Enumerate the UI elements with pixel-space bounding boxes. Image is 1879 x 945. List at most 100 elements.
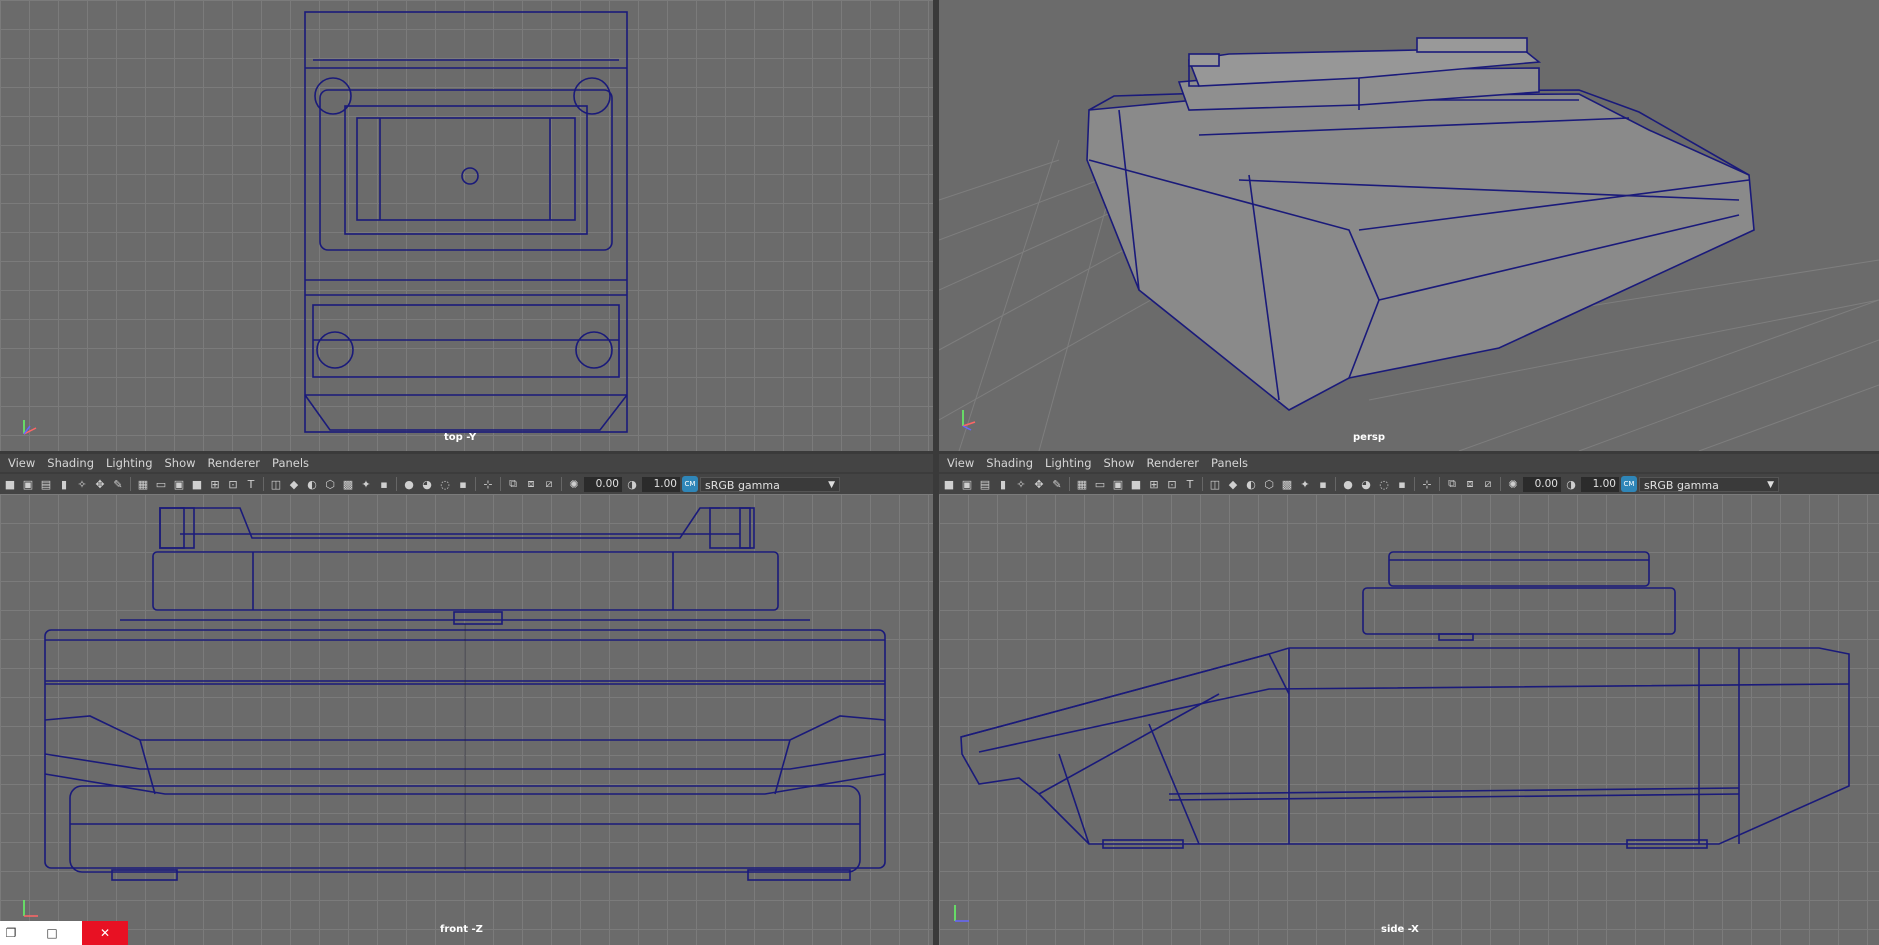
bookmark-icon[interactable]: ▮ bbox=[995, 476, 1011, 492]
resolution-gate-icon[interactable]: ▣ bbox=[1110, 476, 1126, 492]
bookmark-icon[interactable]: ▮ bbox=[56, 476, 72, 492]
viewport-persp[interactable]: persp bbox=[939, 0, 1879, 451]
lighting-icon[interactable]: ✦ bbox=[1297, 476, 1313, 492]
menu-shading[interactable]: Shading bbox=[47, 456, 94, 470]
bookmark-camera-icon[interactable]: ▤ bbox=[38, 476, 54, 492]
backface-culling-icon[interactable]: ⧄ bbox=[1480, 476, 1496, 492]
xray-joints-icon[interactable]: ⧉ bbox=[505, 476, 521, 492]
anti-aliasing-icon[interactable]: ◌ bbox=[437, 476, 453, 492]
viewport-top[interactable]: top -Y bbox=[0, 0, 933, 451]
safe-action-icon[interactable]: ⊡ bbox=[225, 476, 241, 492]
film-gate-icon[interactable]: ▭ bbox=[153, 476, 169, 492]
isolate-select-icon[interactable]: ⊹ bbox=[480, 476, 496, 492]
anti-aliasing-icon[interactable]: ◌ bbox=[1376, 476, 1392, 492]
smooth-shading-icon[interactable]: ◆ bbox=[286, 476, 302, 492]
use-default-material-icon[interactable]: ◐ bbox=[304, 476, 320, 492]
shadows-icon[interactable]: ▪ bbox=[1315, 476, 1331, 492]
grid-icon[interactable]: ▦ bbox=[135, 476, 151, 492]
viewport-label-side: side -X bbox=[1381, 924, 1419, 935]
depth-of-field-icon[interactable]: ▪ bbox=[1394, 476, 1410, 492]
close-icon[interactable]: ✕ bbox=[82, 921, 128, 945]
shadows-icon[interactable]: ▪ bbox=[376, 476, 392, 492]
menu-view[interactable]: View bbox=[8, 456, 35, 470]
menu-view[interactable]: View bbox=[947, 456, 974, 470]
field-chart-icon[interactable]: ⊞ bbox=[1146, 476, 1162, 492]
motion-blur-icon[interactable]: ◕ bbox=[1358, 476, 1374, 492]
two-d-pan-icon[interactable]: ✥ bbox=[92, 476, 108, 492]
depth-of-field-icon[interactable]: ▪ bbox=[455, 476, 471, 492]
image-plane-icon[interactable]: ✧ bbox=[1013, 476, 1029, 492]
color-space-select[interactable]: sRGB gamma ▼ bbox=[700, 476, 840, 492]
safe-title-icon[interactable]: T bbox=[243, 476, 259, 492]
menu-show[interactable]: Show bbox=[165, 456, 196, 470]
menu-show[interactable]: Show bbox=[1104, 456, 1135, 470]
wireframe-shading-icon[interactable]: ◫ bbox=[1207, 476, 1223, 492]
gate-mask-icon[interactable]: ■ bbox=[189, 476, 205, 492]
bookmark-camera-icon[interactable]: ▤ bbox=[977, 476, 993, 492]
menu-panels[interactable]: Panels bbox=[1211, 456, 1248, 470]
toolbar-separator bbox=[1335, 477, 1336, 491]
gamma-icon[interactable]: ◑ bbox=[624, 476, 640, 492]
grease-pencil-icon[interactable]: ✎ bbox=[110, 476, 126, 492]
gamma-icon[interactable]: ◑ bbox=[1563, 476, 1579, 492]
axis-gizmo-icon bbox=[23, 420, 37, 435]
menu-lighting[interactable]: Lighting bbox=[1045, 456, 1091, 470]
image-plane-icon[interactable]: ✧ bbox=[74, 476, 90, 492]
axis-gizmo-icon bbox=[962, 410, 976, 431]
resolution-gate-icon[interactable]: ▣ bbox=[171, 476, 187, 492]
exposure-field[interactable]: 0.00 bbox=[1523, 476, 1561, 492]
camera-attributes-icon[interactable]: ▣ bbox=[20, 476, 36, 492]
persp-model-wireframe bbox=[1086, 37, 1755, 411]
motion-blur-icon[interactable]: ◕ bbox=[419, 476, 435, 492]
menu-renderer[interactable]: Renderer bbox=[208, 456, 261, 470]
xray-active-icon[interactable]: ⧈ bbox=[1462, 476, 1478, 492]
menu-lighting[interactable]: Lighting bbox=[106, 456, 152, 470]
exposure-icon[interactable]: ✺ bbox=[1505, 476, 1521, 492]
xray-icon[interactable]: ▩ bbox=[340, 476, 356, 492]
viewport-side[interactable]: side -X bbox=[939, 494, 1879, 945]
xray-joints-icon[interactable]: ⧉ bbox=[1444, 476, 1460, 492]
smooth-shading-icon[interactable]: ◆ bbox=[1225, 476, 1241, 492]
maximize-icon[interactable]: □ bbox=[22, 921, 82, 945]
restore-icon[interactable]: ❐ bbox=[0, 921, 22, 945]
axis-gizmo-icon bbox=[954, 905, 969, 922]
toolbar-separator bbox=[1500, 477, 1501, 491]
panel-menubar-left: View Shading Lighting Show Renderer Pane… bbox=[0, 454, 933, 472]
gate-mask-icon[interactable]: ■ bbox=[1128, 476, 1144, 492]
toolbar-separator bbox=[396, 477, 397, 491]
field-chart-icon[interactable]: ⊞ bbox=[207, 476, 223, 492]
camera-attributes-icon[interactable]: ▣ bbox=[959, 476, 975, 492]
exposure-field[interactable]: 0.00 bbox=[584, 476, 622, 492]
menu-shading[interactable]: Shading bbox=[986, 456, 1033, 470]
wireframe-shading-icon[interactable]: ◫ bbox=[268, 476, 284, 492]
camera-icon[interactable]: ■ bbox=[941, 476, 957, 492]
color-space-value: sRGB gamma bbox=[1644, 478, 1719, 492]
viewport-front[interactable]: front -Z bbox=[0, 494, 933, 945]
menu-panels[interactable]: Panels bbox=[272, 456, 309, 470]
isolate-select-icon[interactable]: ⊹ bbox=[1419, 476, 1435, 492]
wireframe-on-shaded-icon[interactable]: ⬡ bbox=[1261, 476, 1277, 492]
safe-title-icon[interactable]: T bbox=[1182, 476, 1198, 492]
color-management-icon[interactable]: CM bbox=[682, 476, 698, 492]
color-management-icon[interactable]: CM bbox=[1621, 476, 1637, 492]
gamma-field[interactable]: 1.00 bbox=[642, 476, 680, 492]
safe-action-icon[interactable]: ⊡ bbox=[1164, 476, 1180, 492]
ambient-occlusion-icon[interactable]: ● bbox=[1340, 476, 1356, 492]
exposure-icon[interactable]: ✺ bbox=[566, 476, 582, 492]
ambient-occlusion-icon[interactable]: ● bbox=[401, 476, 417, 492]
menu-renderer[interactable]: Renderer bbox=[1147, 456, 1200, 470]
gamma-field[interactable]: 1.00 bbox=[1581, 476, 1619, 492]
film-gate-icon[interactable]: ▭ bbox=[1092, 476, 1108, 492]
grid-icon[interactable]: ▦ bbox=[1074, 476, 1090, 492]
wireframe-on-shaded-icon[interactable]: ⬡ bbox=[322, 476, 338, 492]
color-space-select[interactable]: sRGB gamma ▼ bbox=[1639, 476, 1779, 492]
two-d-pan-icon[interactable]: ✥ bbox=[1031, 476, 1047, 492]
camera-icon[interactable]: ■ bbox=[2, 476, 18, 492]
grease-pencil-icon[interactable]: ✎ bbox=[1049, 476, 1065, 492]
toolbar-separator bbox=[1439, 477, 1440, 491]
backface-culling-icon[interactable]: ⧄ bbox=[541, 476, 557, 492]
xray-active-icon[interactable]: ⧈ bbox=[523, 476, 539, 492]
xray-icon[interactable]: ▩ bbox=[1279, 476, 1295, 492]
use-default-material-icon[interactable]: ◐ bbox=[1243, 476, 1259, 492]
lighting-icon[interactable]: ✦ bbox=[358, 476, 374, 492]
